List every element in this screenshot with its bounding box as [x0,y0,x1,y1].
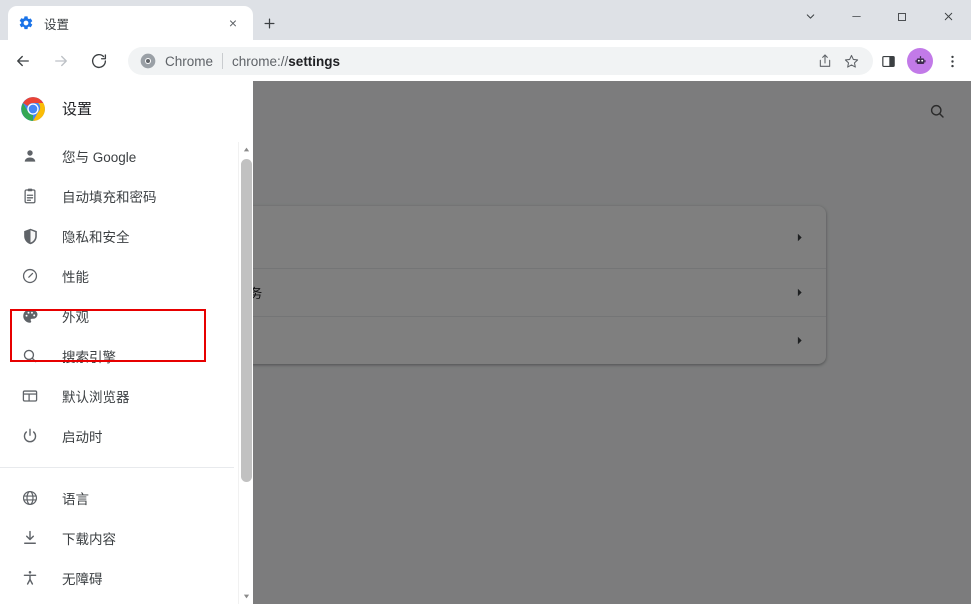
sidebar-item-label: 语言 [62,492,89,507]
sidebar-item-search-engine[interactable]: 搜索引擎 [0,336,234,376]
omnibox-separator [222,53,224,69]
three-dot-menu-icon[interactable] [937,46,967,76]
sidebar-item-accessibility[interactable]: 无障碍 [0,558,234,598]
browser-toolbar: Chrome chrome://settings [0,40,971,81]
sidebar-item-label: 下载内容 [62,532,116,547]
chrome-logo-icon [140,53,156,69]
tab-title: 设置 [44,17,70,32]
tab-search-chevron-down-icon[interactable] [787,0,833,33]
sidebar-divider [0,467,234,468]
clipboard-icon [20,186,40,206]
omnibox-url: chrome://settings [232,54,340,69]
browser-window: 设置 × Chrome chrome://settings 务 设置 您与 Go… [0,0,971,604]
chevron-right-icon [793,286,806,299]
sidebar-item-downloads[interactable]: 下载内容 [0,518,234,558]
reload-button[interactable] [84,46,114,76]
sidebar-item-label: 隐私和安全 [62,230,130,245]
window-controls [787,0,971,33]
toolbar-right-actions [873,45,967,77]
browser-tab-settings[interactable]: 设置 × [8,6,253,40]
tab-strip: 设置 × [0,0,971,40]
scrollbar-thumb[interactable] [241,159,252,482]
person-icon [20,146,40,166]
settings-card-row-label: 置 [253,331,793,350]
sidebar-item-label: 默认浏览器 [62,390,130,405]
sidebar-item-autofill-passwords[interactable]: 自动填充和密码 [0,176,234,216]
sidebar-item-label: 您与 Google [62,150,137,165]
globe-icon [20,488,40,508]
settings-card-row[interactable]: ogle 服务 [253,268,826,316]
settings-title: 设置 [62,101,93,118]
sidebar-item-label: 自动填充和密码 [62,190,157,205]
chrome-logo-icon [20,96,46,122]
scroll-down-arrow-icon[interactable] [239,589,254,604]
magnifier-icon [20,346,40,366]
sidebar-item-privacy-and-security[interactable]: 隐私和安全 [0,216,234,256]
share-icon[interactable] [813,49,837,73]
settings-card-group: ogle 服务 置 [253,206,826,364]
download-icon [20,528,40,548]
chevron-right-icon [793,231,806,244]
settings-header: 设置 [0,81,253,136]
star-icon[interactable] [839,49,863,73]
sidebar-item-default-browser[interactable]: 默认浏览器 [0,376,234,416]
speedometer-icon [20,266,40,286]
sidebar-item-label: 外观 [62,310,89,325]
settings-content-area: ogle 服务 置 [253,81,971,604]
sidebar-item-label: 搜索引擎 [62,350,116,365]
side-panel-icon[interactable] [873,46,903,76]
blue-gear-icon [18,15,34,31]
omnibox-url-prefix: chrome:// [232,53,289,69]
sidebar-item-label: 启动时 [62,430,103,445]
sidebar-item-you-and-google[interactable]: 您与 Google [0,136,234,176]
power-icon [20,426,40,446]
sidebar-item-label: 无障碍 [62,572,103,587]
scroll-up-arrow-icon[interactable] [239,142,254,157]
maximize-icon[interactable] [879,0,925,33]
browser-window-icon [20,386,40,406]
forward-button[interactable] [46,46,76,76]
profile-avatar-icon[interactable] [907,48,933,74]
palette-icon [20,306,40,326]
new-tab-button[interactable] [255,9,283,37]
settings-card-row[interactable] [253,206,826,268]
omnibox-site-label: Chrome [165,53,214,69]
back-button[interactable] [8,46,38,76]
accessibility-icon [20,568,40,588]
sidebar-item-languages[interactable]: 语言 [0,478,234,518]
search-icon[interactable] [925,99,949,123]
sidebar-item-appearance[interactable]: 外观 [0,296,234,336]
sidebar-item-on-startup[interactable]: 启动时 [0,416,234,456]
omnibox-url-path: settings [288,53,341,69]
sidebar-scrollbar[interactable] [238,142,253,604]
minimize-icon[interactable] [833,0,879,33]
close-icon[interactable] [925,0,971,33]
settings-card-row[interactable]: 置 [253,316,826,364]
sidebar-item-label: 性能 [62,270,89,285]
settings-card-row-label: ogle 服务 [253,286,263,301]
shield-icon [20,226,40,246]
chevron-right-icon [793,334,806,347]
settings-sidebar: 您与 Google 自动填充和密码 隐私和安全 性能 外观 搜索引擎 默认浏览器… [0,136,234,604]
sidebar-item-performance[interactable]: 性能 [0,256,234,296]
address-bar[interactable]: Chrome chrome://settings [128,47,873,75]
close-icon[interactable]: × [223,13,243,33]
settings-page: ogle 服务 置 [0,81,971,604]
